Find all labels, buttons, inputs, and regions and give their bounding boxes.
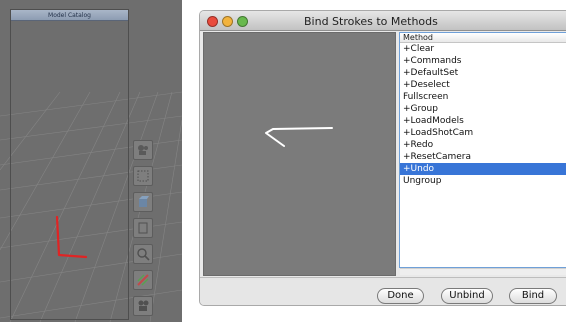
dialog-title: Bind Strokes to Methods	[304, 15, 438, 28]
unbind-button[interactable]: Unbind	[441, 288, 493, 304]
model-catalog-panel: Model Catalog	[10, 9, 129, 320]
close-window-button[interactable]	[207, 16, 218, 27]
method-rows: +Clear +Commands +DefaultSet +Deselect F…	[400, 43, 566, 187]
square-icon	[138, 222, 148, 234]
frame-tool-button[interactable]	[133, 218, 153, 238]
paint-tool-button[interactable]	[133, 270, 153, 290]
dialog-button-bar: Done Unbind Bind	[200, 277, 566, 305]
film-camera-icon	[138, 300, 149, 311]
method-row-defaultset[interactable]: +DefaultSet	[400, 67, 566, 79]
method-list[interactable]: Method +Clear +Commands +DefaultSet +Des…	[399, 32, 566, 268]
cube-icon	[139, 196, 149, 207]
magnifier-icon	[137, 248, 150, 261]
left-app-viewport: Model Catalog	[0, 0, 182, 322]
method-row-clear[interactable]: +Clear	[400, 43, 566, 55]
grid-paint-icon	[137, 274, 149, 286]
dotted-rectangle-icon	[137, 170, 149, 182]
method-row-loadmodels[interactable]: +LoadModels	[400, 115, 566, 127]
model-catalog-title: Model Catalog	[11, 10, 128, 21]
method-row-ungroup[interactable]: Ungroup	[400, 175, 566, 187]
zoom-tool-button[interactable]	[133, 244, 153, 264]
camera-tool-button[interactable]	[133, 140, 153, 160]
done-button[interactable]: Done	[377, 288, 424, 304]
method-column-header[interactable]: Method	[400, 33, 566, 43]
select-tool-button[interactable]	[133, 166, 153, 186]
object-tool-button[interactable]	[133, 192, 153, 212]
method-row-group[interactable]: +Group	[400, 103, 566, 115]
zoom-window-button[interactable]	[237, 16, 248, 27]
dialog-titlebar: Bind Strokes to Methods	[200, 11, 566, 31]
method-row-loadshotcam[interactable]: +LoadShotCam	[400, 127, 566, 139]
white-stroke-gesture	[265, 127, 333, 147]
method-row-fullscreen[interactable]: Fullscreen	[400, 91, 566, 103]
method-row-redo[interactable]: +Redo	[400, 139, 566, 151]
method-row-deselect[interactable]: +Deselect	[400, 79, 566, 91]
minimize-window-button[interactable]	[222, 16, 233, 27]
bind-strokes-dialog: Bind Strokes to Methods Method +Clear +C…	[199, 10, 566, 306]
method-row-commands[interactable]: +Commands	[400, 55, 566, 67]
bind-button[interactable]: Bind	[509, 288, 557, 304]
stroke-drawing-canvas[interactable]	[203, 32, 396, 276]
shot-camera-tool-button[interactable]	[133, 296, 153, 316]
method-row-resetcamera[interactable]: +ResetCamera	[400, 151, 566, 163]
method-row-undo-selected[interactable]: +Undo	[400, 163, 566, 175]
camera-icon	[138, 145, 148, 155]
list-horizontal-scrollbar[interactable]	[400, 268, 566, 275]
